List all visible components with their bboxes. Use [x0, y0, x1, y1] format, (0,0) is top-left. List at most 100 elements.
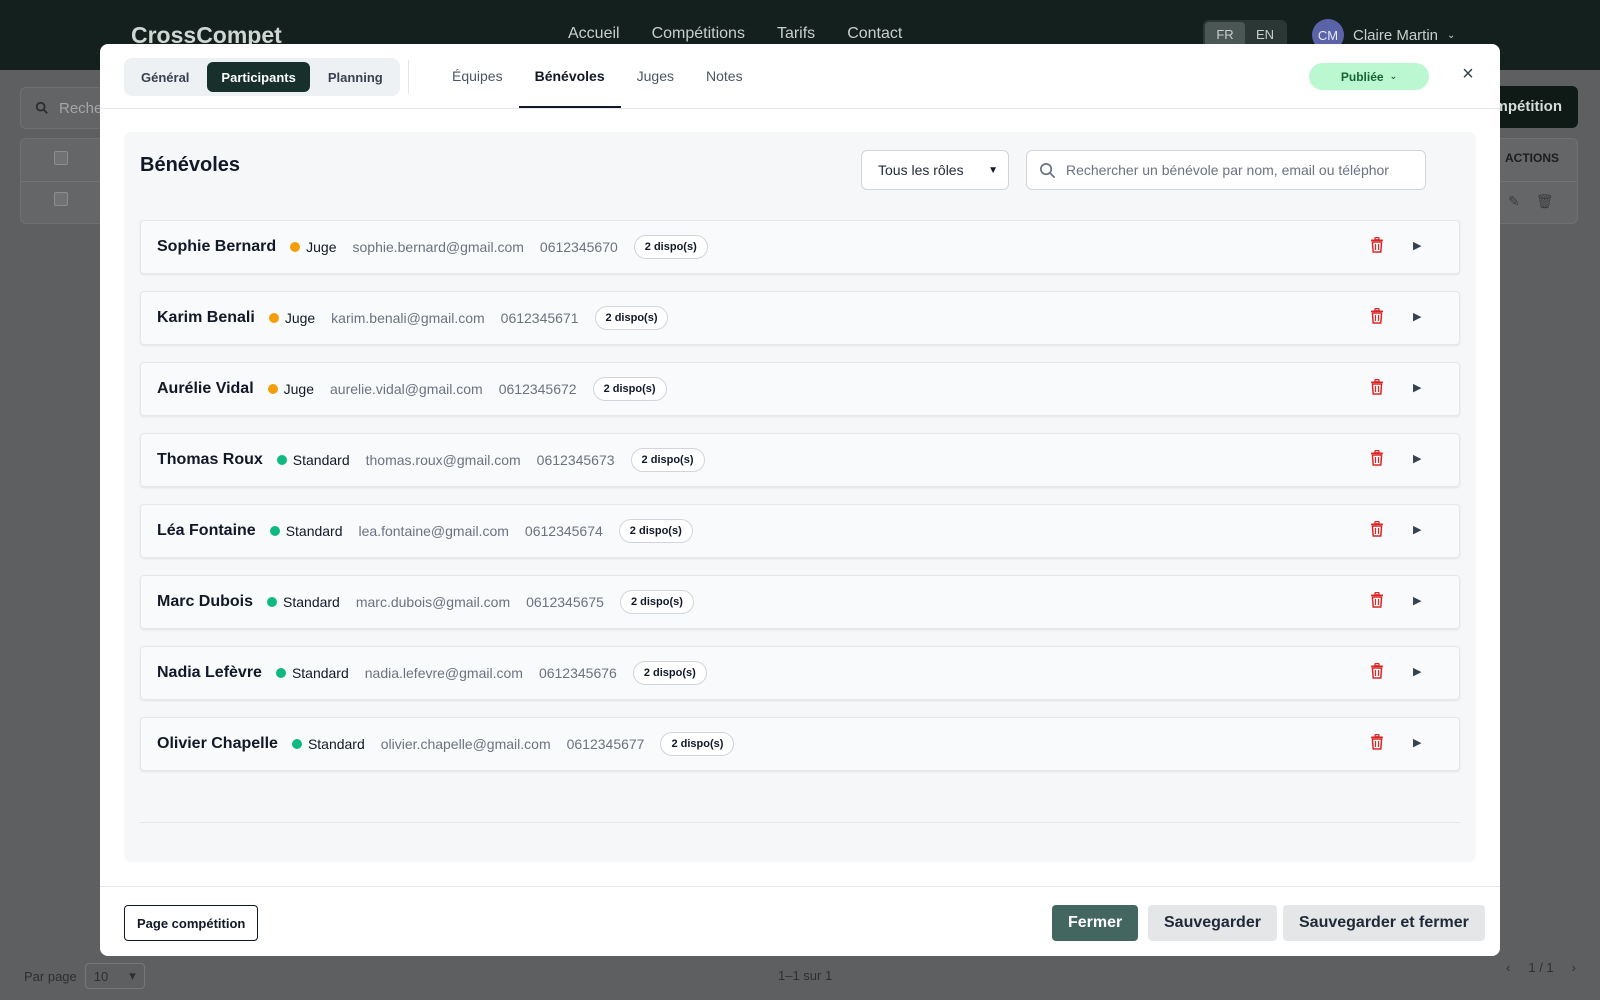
volunteer-phone: 0612345672	[498, 381, 577, 397]
nav-item-accueil[interactable]: Accueil	[568, 25, 620, 43]
trash-icon[interactable]	[1370, 378, 1388, 399]
page-indicator: 1 / 1	[1528, 960, 1554, 975]
availability-badge: 2 dispo(s)	[660, 732, 735, 756]
trash-icon[interactable]	[1370, 662, 1388, 683]
range-text: 1–1 sur 1	[778, 968, 833, 983]
volunteer-phone: 0612345677	[566, 736, 645, 752]
volunteer-name: Aurélie Vidal	[157, 380, 254, 397]
nav-item-competitions[interactable]: Compétitions	[652, 25, 745, 43]
segment-planning[interactable]: Planning	[314, 62, 397, 92]
header-divider	[408, 60, 409, 94]
volunteer-row[interactable]: Karim Benali Juge karim.benali@gmail.com 06…	[140, 291, 1460, 345]
section-switch: Général Participants Planning	[124, 58, 400, 96]
volunteer-row[interactable]: Sophie Bernard Juge sophie.bernard@gmail.c…	[140, 220, 1460, 274]
volunteer-role: Standard	[291, 665, 349, 681]
segment-participants[interactable]: Participants	[207, 62, 310, 92]
competition-page-button[interactable]: Page compétition	[124, 905, 259, 941]
caret-down-icon: ▾	[129, 968, 136, 983]
tab-juges[interactable]: Juges	[621, 56, 690, 108]
expand-arrow-icon[interactable]: ▶	[1413, 736, 1421, 749]
volunteer-row[interactable]: Aurélie Vidal Juge aurelie.vidal@gmail.com…	[140, 362, 1460, 416]
background-pagination: Par page 10 ▾ 1–1 sur 1 ‹ 1 / 1 ›	[24, 960, 1576, 990]
chevron-down-icon: ⌄	[1447, 29, 1456, 41]
modal-footer: Page compétition Fermer Sauvegarder Sauv…	[100, 886, 1500, 956]
status-dropdown[interactable]: Publiée ⌄	[1309, 63, 1429, 90]
per-page-label: Par page	[24, 968, 77, 984]
volunteer-row[interactable]: Léa Fontaine Standard lea.fontaine@gmail.c…	[140, 504, 1460, 558]
per-page-select: 10 ▾	[84, 963, 145, 989]
volunteer-search	[1026, 150, 1426, 190]
volunteer-role: Juge	[284, 310, 316, 326]
role-dot-icon	[291, 739, 302, 749]
volunteer-email: thomas.roux@gmail.com	[365, 452, 521, 468]
tab-notes[interactable]: Notes	[690, 56, 759, 108]
expand-arrow-icon[interactable]: ▶	[1413, 381, 1421, 394]
volunteer-role: Juge	[283, 381, 314, 397]
per-page: Par page 10 ▾	[24, 963, 145, 989]
search-icon	[1040, 162, 1055, 178]
role-dot-icon	[268, 313, 279, 323]
main-nav: Accueil Compétitions Tarifs Contact	[568, 25, 902, 43]
volunteer-email: nadia.lefevre@gmail.com	[364, 665, 523, 681]
trash-icon[interactable]	[1370, 733, 1388, 754]
volunteer-list: Sophie Bernard Juge sophie.bernard@gmail.c…	[140, 220, 1460, 788]
tab-benevoles[interactable]: Bénévoles	[518, 56, 621, 108]
volunteer-row[interactable]: Nadia Lefèvre Standard nadia.lefevre@gmail…	[140, 646, 1460, 700]
search-input[interactable]	[1066, 162, 1416, 178]
chevron-right-icon: ›	[1571, 960, 1576, 975]
role-filter-select[interactable]: Tous les rôles ▼	[861, 150, 1009, 190]
trash-icon[interactable]	[1370, 520, 1388, 541]
role-filter-value: Tous les rôles	[878, 162, 964, 178]
nav-item-contact[interactable]: Contact	[847, 25, 902, 43]
expand-arrow-icon[interactable]: ▶	[1413, 310, 1421, 323]
volunteer-role: Standard	[307, 736, 365, 752]
select-all-checkbox	[54, 151, 68, 165]
volunteer-role: Standard	[292, 452, 350, 468]
trash-icon[interactable]	[1370, 307, 1388, 328]
volunteer-phone: 0612345670	[539, 239, 618, 255]
volunteer-email: lea.fontaine@gmail.com	[358, 523, 509, 539]
expand-arrow-icon[interactable]: ▶	[1413, 239, 1421, 252]
volunteer-email: olivier.chapelle@gmail.com	[380, 736, 551, 752]
availability-badge: 2 dispo(s)	[633, 235, 708, 259]
close-icon[interactable]: ×	[1456, 62, 1480, 86]
volunteer-email: sophie.bernard@gmail.com	[352, 239, 524, 255]
per-page-value: 10	[93, 968, 109, 984]
chevron-left-icon: ‹	[1506, 960, 1511, 975]
availability-badge: 2 dispo(s)	[632, 661, 707, 685]
participant-tabs: Équipes Bénévoles Juges Notes	[436, 44, 759, 109]
nav-item-tarifs[interactable]: Tarifs	[777, 25, 815, 43]
volunteer-role: Standard	[283, 594, 340, 610]
volunteer-row[interactable]: Marc Dubois Standard marc.dubois@gmail.com…	[140, 575, 1460, 629]
availability-badge: 2 dispo(s)	[592, 377, 667, 401]
volunteer-email: karim.benali@gmail.com	[331, 310, 485, 326]
close-button[interactable]: Fermer	[1052, 905, 1139, 941]
volunteer-name: Léa Fontaine	[157, 522, 256, 539]
search-icon	[35, 101, 48, 114]
expand-arrow-icon[interactable]: ▶	[1413, 665, 1421, 678]
volunteer-phone: 0612345671	[500, 310, 579, 326]
volunteer-email: marc.dubois@gmail.com	[355, 594, 511, 610]
save-button[interactable]: Sauvegarder	[1148, 905, 1277, 941]
row-checkbox	[54, 192, 68, 206]
modal-header: Général Participants Planning Équipes Bé…	[100, 44, 1500, 109]
expand-arrow-icon[interactable]: ▶	[1413, 452, 1421, 465]
expand-arrow-icon[interactable]: ▶	[1413, 594, 1421, 607]
actions-header: ACTIONS	[1505, 151, 1559, 165]
trash-icon[interactable]	[1370, 449, 1388, 470]
volunteer-name: Thomas Roux	[157, 451, 263, 468]
volunteer-role: Juge	[306, 239, 337, 255]
volunteer-row[interactable]: Olivier Chapelle Standard olivier.chapelle…	[140, 717, 1460, 771]
volunteer-name: Olivier Chapelle	[157, 735, 278, 752]
volunteer-phone: 0612345675	[526, 594, 604, 610]
trash-icon[interactable]	[1370, 591, 1388, 612]
segment-general[interactable]: Général	[127, 62, 203, 92]
volunteer-row[interactable]: Thomas Roux Standard thomas.roux@gmail.com…	[140, 433, 1460, 487]
edit-icon: ✎	[1508, 193, 1520, 209]
role-dot-icon	[267, 597, 278, 607]
save-and-close-button[interactable]: Sauvegarder et fermer	[1283, 905, 1485, 941]
trash-icon[interactable]	[1370, 236, 1388, 257]
tab-equipes[interactable]: Équipes	[436, 56, 519, 108]
expand-arrow-icon[interactable]: ▶	[1413, 523, 1421, 536]
role-dot-icon	[290, 242, 301, 252]
